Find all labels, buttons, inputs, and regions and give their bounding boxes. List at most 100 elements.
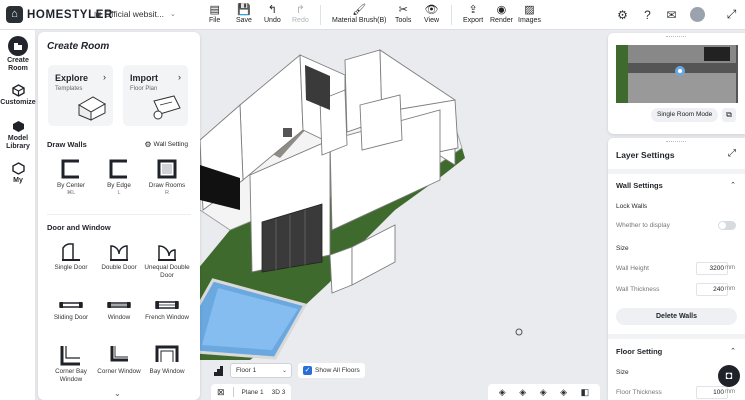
save-label: Save [236, 17, 252, 24]
render-button[interactable]: ◉ Render [490, 3, 513, 24]
plan-view-icon[interactable]: ⊠ [217, 387, 225, 398]
minimap-expand-icon[interactable]: ⧉ [722, 108, 736, 122]
chevron-up-icon[interactable]: ⌃ [730, 181, 736, 189]
images-label: Images [518, 17, 541, 24]
tools-button[interactable]: ✂ Tools [395, 3, 411, 24]
render-label: Render [490, 17, 513, 24]
camera-fly-icon[interactable]: ◈ [540, 387, 547, 398]
expand-icon[interactable]: ⤢ [728, 148, 736, 159]
nav-create-room[interactable]: Create Room [0, 36, 36, 73]
chat-help-icon[interactable]: ◘ [718, 365, 740, 387]
unit-label: mm [725, 286, 735, 292]
mail-icon[interactable]: ✉ [664, 7, 679, 22]
window-tool[interactable]: Window [95, 298, 143, 322]
export-button[interactable]: ⇪ Export [463, 3, 483, 24]
unit-label: mm [725, 265, 735, 271]
file-button[interactable]: ▤ File [209, 3, 220, 24]
chevron-double-down-icon[interactable]: ⌄ [114, 389, 121, 398]
bay-window-tool[interactable]: Bay Window [143, 344, 191, 376]
view-mode-bar: ⊠ Plane 1 3D 3 [211, 384, 292, 400]
tools-icon: ✂ [398, 4, 408, 16]
section-divider [47, 214, 191, 215]
my-icon [10, 160, 26, 176]
wall-thickness-input[interactable]: 240 mm [696, 283, 735, 296]
wall-settings-heading[interactable]: Wall Settings [616, 181, 663, 190]
settings-icon[interactable]: ⚙ [615, 7, 630, 22]
view-button[interactable]: 👁 View [424, 3, 439, 24]
floor-thickness-label: Floor Thickness [616, 389, 662, 396]
drag-handle-icon[interactable] [666, 36, 686, 38]
redo-button[interactable]: ↱ Redo [292, 3, 309, 24]
model-library-icon [10, 118, 26, 134]
import-floor-plan-card[interactable]: Import › Floor Plan [123, 65, 188, 126]
wall-setting-button[interactable]: ⚙ Wall Setting [144, 140, 188, 149]
corner-bay-window-tool[interactable]: Corner Bay Window [47, 344, 95, 383]
plane-number: 1 [259, 388, 264, 396]
lock-icon: ▣ [94, 9, 102, 19]
images-icon: ▨ [524, 4, 535, 16]
project-selector[interactable]: ▣ Official websit... ⌄ [94, 9, 176, 19]
ruler-icon[interactable]: ◧ [581, 387, 590, 398]
draw-wall-by-edge[interactable]: By Edge L [95, 158, 143, 197]
minimap[interactable]: Single Room Mode ⧉ [608, 33, 745, 134]
images-button[interactable]: ▨ Images [518, 3, 541, 24]
3d-view-button[interactable]: 3D 3 [272, 389, 286, 396]
tool-shortcut: R [165, 189, 169, 196]
nav-model-library[interactable]: Model Library [0, 118, 36, 151]
floor-bar: Floor 1 ⌄ ✓ Show All Floors [211, 361, 365, 380]
help-icon[interactable]: ? [640, 7, 655, 22]
nav-model-library-label: Model Library [6, 135, 30, 150]
tool-label: Draw Rooms [148, 182, 186, 189]
wall-setting-label: Wall Setting [153, 141, 188, 148]
unequal-double-door-tool[interactable]: Unequal Double Door [143, 242, 191, 279]
double-door-tool[interactable]: Double Door [95, 242, 143, 272]
nav-my[interactable]: My [0, 160, 36, 185]
tool-label: Sliding Door [53, 314, 89, 321]
floor-thickness-input[interactable]: 100 mm [696, 386, 735, 399]
corner-window-icon [110, 346, 128, 362]
plane-view-button[interactable]: Plane 1 [242, 389, 264, 396]
wall-height-label: Wall Height [616, 265, 649, 272]
single-door-tool[interactable]: Single Door [47, 242, 95, 272]
camera-angle-icon[interactable]: ◈ [560, 387, 567, 398]
drag-handle-icon[interactable] [666, 141, 686, 143]
fullscreen-icon[interactable]: ⤢ [724, 7, 739, 22]
show-all-floors-toggle[interactable]: ✓ Show All Floors [298, 363, 365, 378]
material-brush-button[interactable]: 🖌 Material Brush(B) [332, 3, 386, 24]
nav-customize[interactable]: Customize [0, 82, 36, 107]
draw-rooms[interactable]: Draw Rooms R [143, 158, 191, 197]
material-brush-label: Material Brush(B) [332, 17, 387, 24]
tool-shortcut: ⌘L [66, 189, 76, 196]
undo-button[interactable]: ↰ Undo [264, 3, 281, 24]
sliding-door-tool[interactable]: Sliding Door [47, 298, 95, 322]
camera-walk-icon[interactable]: ◈ [519, 387, 526, 398]
nav-create-room-label: Create Room [7, 57, 29, 72]
draw-wall-by-center[interactable]: By Center ⌘L [47, 158, 95, 197]
delete-walls-button[interactable]: Delete Walls [616, 308, 737, 325]
corner-window-tool[interactable]: Corner Window [95, 344, 143, 376]
tool-label: Double Door [101, 264, 137, 271]
french-window-tool[interactable]: French Window [143, 298, 191, 322]
explore-templates-card[interactable]: Explore › Templates [48, 65, 113, 126]
chevron-up-icon[interactable]: ⌃ [730, 347, 736, 355]
whether-to-display-label: Whether to display [616, 222, 670, 229]
tool-label: Single Door [54, 264, 88, 271]
chevron-down-icon: ⌄ [169, 11, 176, 18]
floor-select[interactable]: Floor 1 ⌄ [230, 363, 292, 378]
redo-icon: ↱ [295, 4, 305, 16]
stairs-icon[interactable] [211, 364, 224, 377]
camera-orbit-icon[interactable]: ◈ [499, 387, 506, 398]
wall-height-input[interactable]: 3200 mm [696, 262, 735, 275]
floor-setting-heading[interactable]: Floor Setting [616, 347, 662, 356]
lock-walls-label: Lock Walls [616, 203, 648, 210]
export-label: Export [463, 17, 484, 24]
lock-walls-toggle[interactable] [718, 221, 736, 230]
user-avatar[interactable] [690, 7, 705, 22]
wall-height-value: 3200 [709, 265, 724, 272]
cube-icon [10, 82, 26, 98]
camera-tools: ◈ ◈ ◈ ◈ ◧ [488, 384, 600, 400]
save-button[interactable]: 💾 Save [236, 3, 252, 24]
wall-by-center-icon [61, 159, 79, 179]
create-room-icon [8, 36, 28, 56]
single-room-mode-button[interactable]: Single Room Mode [651, 108, 719, 122]
